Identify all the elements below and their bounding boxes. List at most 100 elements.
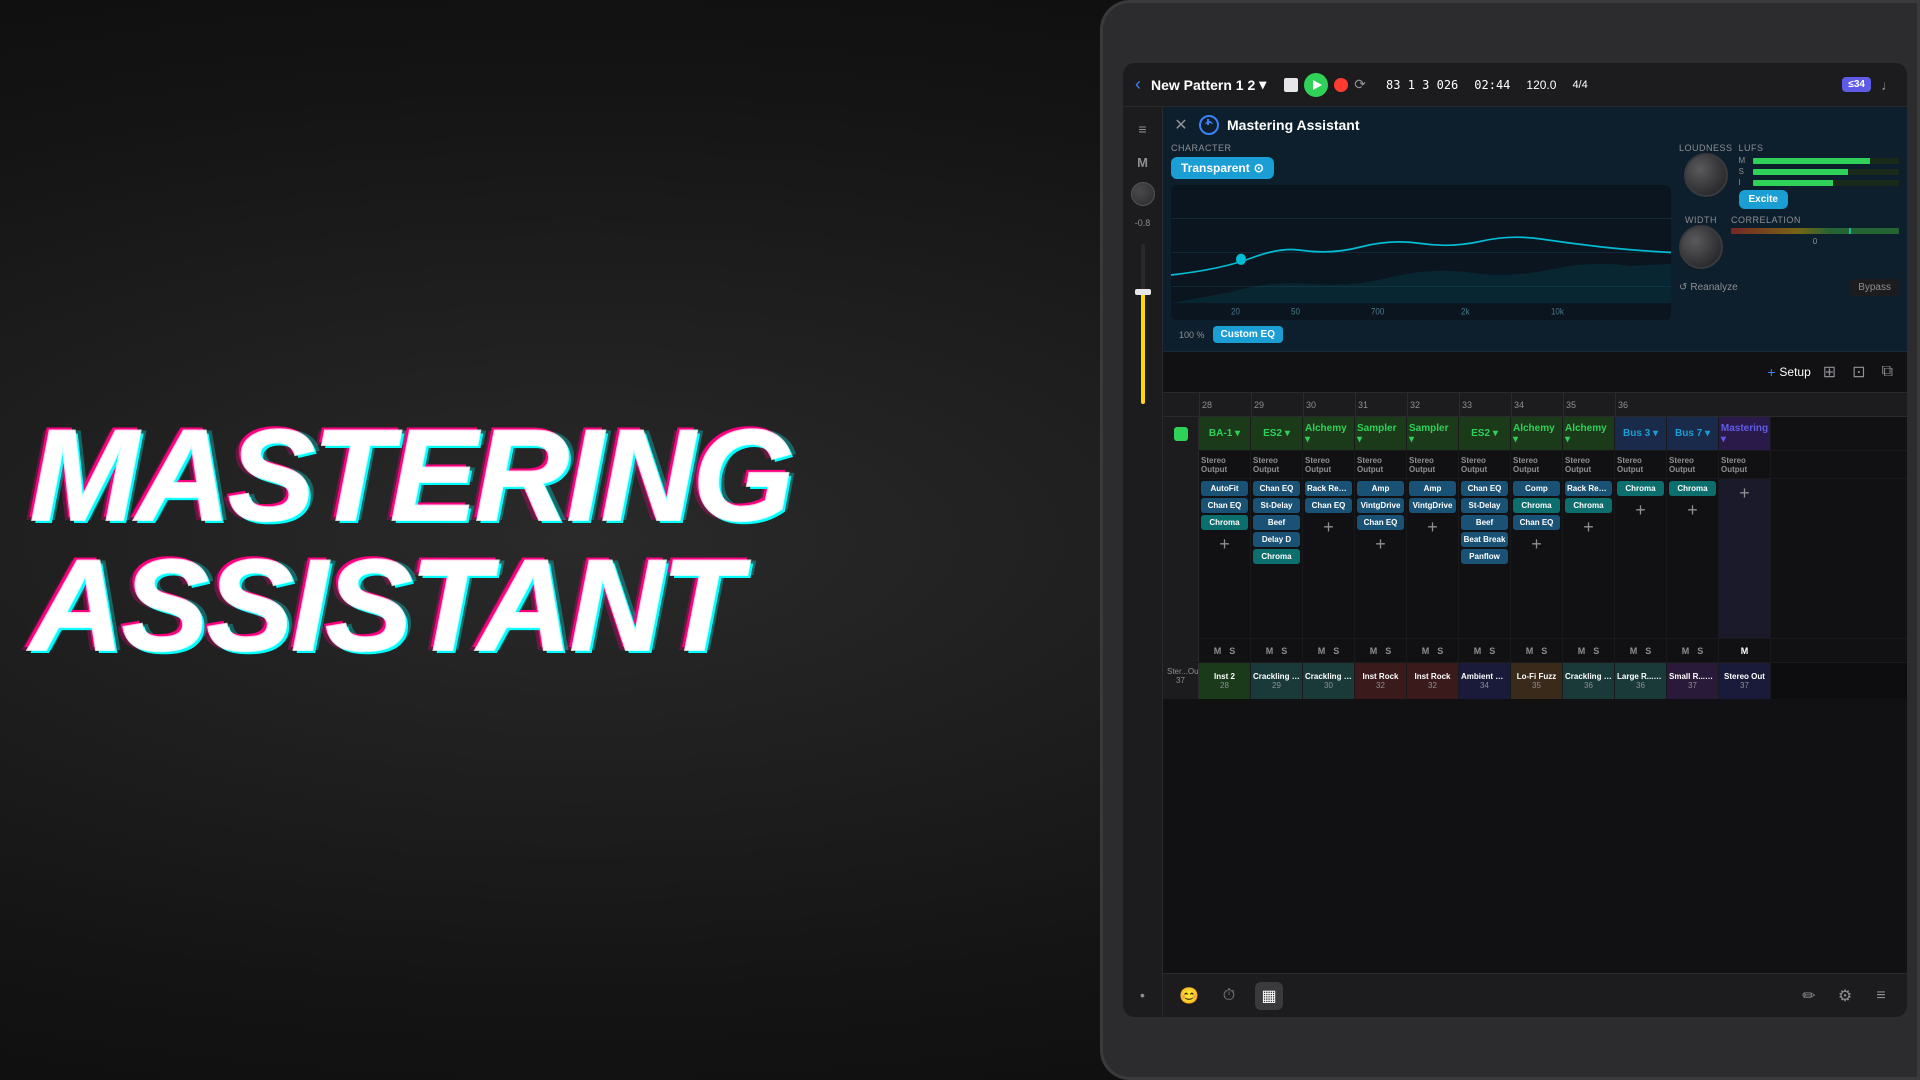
plugin-vintgdrive2[interactable]: VintgDrive <box>1409 498 1456 513</box>
track-name-6[interactable]: Ambient Lead 34 <box>1459 663 1511 699</box>
track-cell-alchemy[interactable]: Alchemy ▾ <box>1303 417 1355 450</box>
plugin-chroma4[interactable]: Chroma <box>1565 498 1612 513</box>
m-btn-11[interactable]: M <box>1739 645 1751 657</box>
m-btn-6[interactable]: M <box>1472 645 1484 657</box>
track-cell-bus3[interactable]: Bus 3 ▾ <box>1615 417 1667 450</box>
plugin-beef[interactable]: Beef <box>1253 515 1300 530</box>
plugin-beatbreak[interactable]: Beat Break <box>1461 532 1508 547</box>
track-cell-mastering[interactable]: Mastering ▾ <box>1719 417 1771 450</box>
track-cell-es2[interactable]: ES2 ▾ <box>1251 417 1303 450</box>
track-cell-es2-2[interactable]: ES2 ▾ <box>1459 417 1511 450</box>
sidebar-m-label[interactable]: M <box>1137 155 1148 170</box>
setup-button[interactable]: + Setup <box>1767 364 1811 380</box>
s-btn-3[interactable]: S <box>1331 645 1341 657</box>
character-button[interactable]: Transparent ⊙ <box>1171 157 1274 179</box>
track-name-11[interactable]: Stereo Out 37 <box>1719 663 1771 699</box>
close-button[interactable]: ✕ <box>1171 115 1191 135</box>
add-plugin-11[interactable]: + <box>1721 481 1768 506</box>
track-cell-ba1[interactable]: BA-1 ▾ <box>1199 417 1251 450</box>
m-btn-2[interactable]: M <box>1264 645 1276 657</box>
plugin-chaneq4[interactable]: Chan EQ <box>1357 515 1404 530</box>
add-plugin-4[interactable]: + <box>1357 532 1404 557</box>
plugin-chaneq6[interactable]: Chan EQ <box>1513 515 1560 530</box>
plugin-chroma2[interactable]: Chroma <box>1253 549 1300 564</box>
s-btn-1[interactable]: S <box>1227 645 1237 657</box>
plugin-amp2[interactable]: Amp <box>1409 481 1456 496</box>
track-name-4[interactable]: Inst Rock 32 <box>1355 663 1407 699</box>
plugin-amp1[interactable]: Amp <box>1357 481 1404 496</box>
plugin-autofit[interactable]: AutoFit <box>1201 481 1248 496</box>
sidebar-bottom-icon[interactable]: • <box>1129 981 1157 1009</box>
track-cell-alchemy3[interactable]: Alchemy ▾ <box>1563 417 1615 450</box>
plugin-beef2[interactable]: Beef <box>1461 515 1508 530</box>
mixer-icon-3[interactable]: ⧉ <box>1878 359 1897 385</box>
plugin-vintgdrive1[interactable]: VintgDrive <box>1357 498 1404 513</box>
track-name-9[interactable]: Large R...Room 36 <box>1615 663 1667 699</box>
plugin-comp[interactable]: Comp <box>1513 481 1560 496</box>
bypass-button[interactable]: Bypass <box>1850 279 1899 296</box>
track-cell-sampler1[interactable]: Sampler ▾ <box>1355 417 1407 450</box>
plugin-rackreverb2[interactable]: Rack Reverb <box>1565 481 1612 496</box>
m-btn-3[interactable]: M <box>1316 645 1328 657</box>
power-button[interactable] <box>1199 115 1219 135</box>
add-plugin-3[interactable]: + <box>1305 515 1352 540</box>
s-btn-10[interactable]: S <box>1695 645 1705 657</box>
plugin-chroma3[interactable]: Chroma <box>1513 498 1560 513</box>
plugin-chroma[interactable]: Chroma <box>1201 515 1248 530</box>
plugin-chaneq5[interactable]: Chan EQ <box>1461 481 1508 496</box>
metronome-icon[interactable]: ♩ <box>1881 77 1895 93</box>
s-btn-8[interactable]: S <box>1591 645 1601 657</box>
m-btn-4[interactable]: M <box>1368 645 1380 657</box>
excite-button[interactable]: Excite <box>1739 190 1788 209</box>
add-plugin-1[interactable]: + <box>1201 532 1248 557</box>
add-plugin-8[interactable]: + <box>1565 515 1612 540</box>
track-cell-alchemy2[interactable]: Alchemy ▾ <box>1511 417 1563 450</box>
sidebar-knob[interactable] <box>1131 182 1155 206</box>
plugin-stdelay2[interactable]: St-Delay <box>1461 498 1508 513</box>
plugin-panflow[interactable]: Panflow <box>1461 549 1508 564</box>
play-button[interactable] <box>1304 73 1328 97</box>
s-btn-2[interactable]: S <box>1279 645 1289 657</box>
plugin-chroma6[interactable]: Chroma <box>1669 481 1716 496</box>
midi-button[interactable]: ≤34 <box>1842 77 1871 92</box>
m-btn-5[interactable]: M <box>1420 645 1432 657</box>
track-cell-bus7[interactable]: Bus 7 ▾ <box>1667 417 1719 450</box>
m-btn-8[interactable]: M <box>1576 645 1588 657</box>
track-name-3[interactable]: Crackling Lead 30 <box>1303 663 1355 699</box>
menu-icon[interactable]: ≡ <box>1129 115 1157 143</box>
m-btn-1[interactable]: M <box>1212 645 1224 657</box>
plugin-delayd[interactable]: Delay D <box>1253 532 1300 547</box>
reanalyze-button[interactable]: ↺ Reanalyze <box>1679 282 1738 293</box>
fader-thumb[interactable] <box>1135 289 1151 295</box>
mixer-icon-2[interactable]: ⊡ <box>1848 358 1869 386</box>
plugin-chaneq2[interactable]: Chan EQ <box>1253 481 1300 496</box>
s-btn-9[interactable]: S <box>1643 645 1653 657</box>
record-button[interactable] <box>1334 78 1348 92</box>
m-btn-10[interactable]: M <box>1680 645 1692 657</box>
m-btn-7[interactable]: M <box>1524 645 1536 657</box>
plugin-rackreverb[interactable]: Rack Reverb <box>1305 481 1352 496</box>
fader-track[interactable] <box>1141 244 1145 404</box>
track-name-7[interactable]: Lo-Fi Fuzz 35 <box>1511 663 1563 699</box>
add-plugin-9[interactable]: + <box>1617 498 1664 523</box>
mixer-icon-1[interactable]: ⊞ <box>1819 358 1840 386</box>
m-btn-9[interactable]: M <box>1628 645 1640 657</box>
s-btn-5[interactable]: S <box>1435 645 1445 657</box>
s-btn-7[interactable]: S <box>1539 645 1549 657</box>
track-name-1[interactable]: Inst 2 28 <box>1199 663 1251 699</box>
grid-button[interactable]: ▦ <box>1255 982 1283 1010</box>
add-plugin-5[interactable]: + <box>1409 515 1456 540</box>
add-plugin-10[interactable]: + <box>1669 498 1716 523</box>
track-name-8[interactable]: Crackling Lead 36 <box>1563 663 1615 699</box>
track-cell-sampler2[interactable]: Sampler ▾ <box>1407 417 1459 450</box>
custom-eq-button[interactable]: Custom EQ <box>1213 326 1283 343</box>
s-btn-4[interactable]: S <box>1383 645 1393 657</box>
plugin-stdelay[interactable]: St-Delay <box>1253 498 1300 513</box>
stop-button[interactable] <box>1284 78 1298 92</box>
pencil-button[interactable]: ✏ <box>1795 982 1823 1010</box>
plugin-chaneq3[interactable]: Chan EQ <box>1305 498 1352 513</box>
track-name-10[interactable]: Small R...Studio A 37 <box>1667 663 1719 699</box>
plugin-chroma5[interactable]: Chroma <box>1617 481 1664 496</box>
loudness-knob[interactable] <box>1684 153 1728 197</box>
loop-button[interactable]: ⟳ <box>1354 76 1366 93</box>
